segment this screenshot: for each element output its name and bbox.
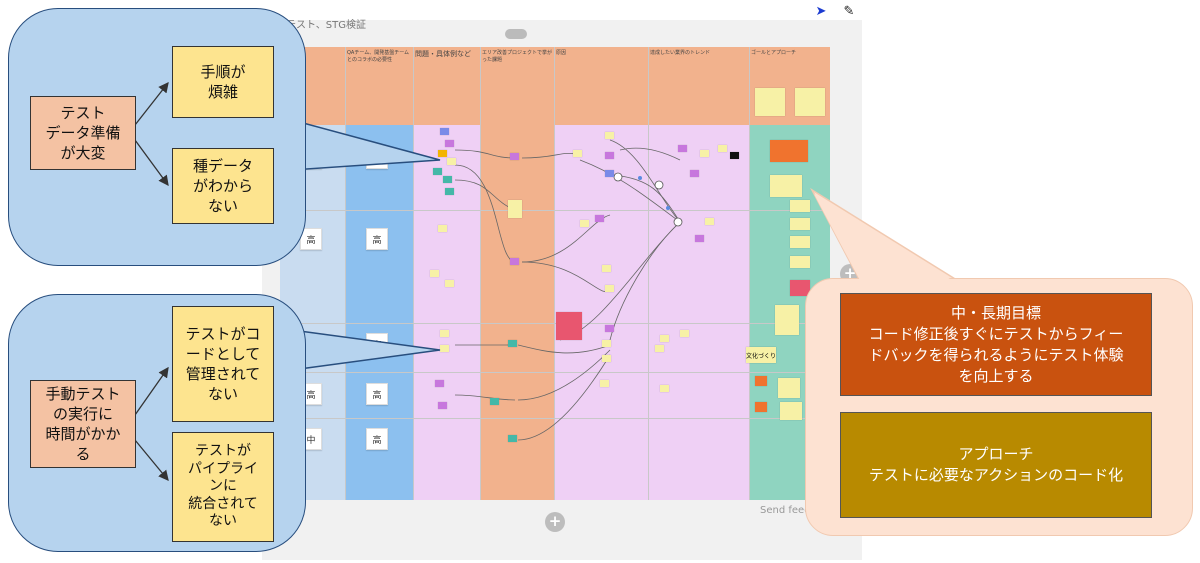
approach-text: アプローチ テストに必要なアクションのコード化 [868,445,1124,484]
goal-text: 中・長期目標 コード修正後すぐにテストからフィー ドバックを得られるようにテスト… [868,303,1124,385]
goal-box: 中・長期目標 コード修正後すぐにテストからフィー ドバックを得られるようにテスト… [840,293,1152,396]
approach-box: アプローチ テストに必要なアクションのコード化 [840,412,1152,518]
